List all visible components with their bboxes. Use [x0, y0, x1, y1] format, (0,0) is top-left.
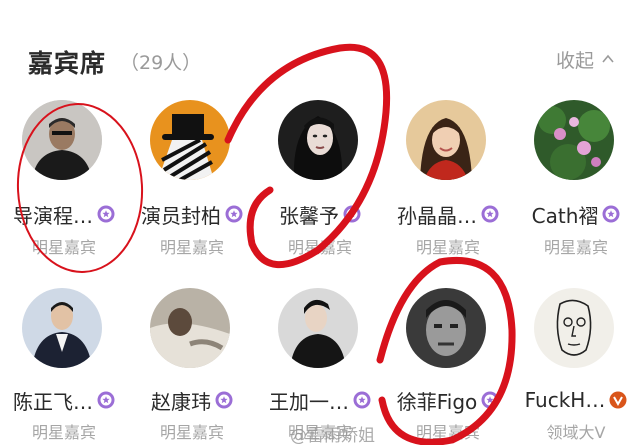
man-grayscale-avatar[interactable] — [406, 288, 486, 368]
guest-role: 明星嘉宾 — [31, 423, 96, 442]
guest-name: 徐菲Figo — [396, 389, 478, 414]
guest-role: 明星嘉宾 — [415, 423, 480, 442]
blurry-photo-avatar[interactable] — [150, 288, 230, 368]
guest-name-row: 王加一… — [256, 386, 384, 414]
watermark: @雷雨娇姐 — [290, 426, 375, 446]
guest-name: 张馨予 — [279, 203, 339, 228]
zebra-top-hat-avatar[interactable] — [150, 100, 230, 180]
guest-role: 明星嘉宾 — [159, 238, 224, 257]
woman-portrait-avatar[interactable] — [278, 100, 358, 180]
guest-grid: 导演程… 明星嘉宾 演员封柏 明星嘉宾 张馨予 明星嘉宾 孙晶晶… 明星嘉宾 C… — [0, 0, 640, 445]
guest-name-row: 赵康玮 — [128, 386, 256, 414]
guest-card[interactable]: 张馨予 明星嘉宾 — [256, 100, 384, 260]
guest-name: Cath褶 — [531, 203, 599, 228]
guest-card[interactable]: 徐菲Figo 明星嘉宾 — [384, 288, 512, 448]
guest-name: 演员封柏 — [141, 203, 221, 228]
verified-purple-icon — [225, 205, 243, 223]
guest-name-row: 陈正飞… — [0, 386, 128, 414]
verified-orange-icon — [609, 391, 627, 409]
guest-name-row: Cath褶 — [512, 200, 640, 228]
guest-name: 赵康玮 — [151, 389, 211, 414]
guest-name-row: 导演程… — [0, 200, 128, 228]
guest-role: 明星嘉宾 — [31, 238, 96, 257]
guest-card[interactable]: 演员封柏 明星嘉宾 — [128, 100, 256, 260]
guest-name: 王加一… — [269, 389, 349, 414]
guest-name-row: 徐菲Figo — [384, 386, 512, 414]
verified-purple-icon — [602, 205, 620, 223]
woman-smiling-avatar[interactable] — [406, 100, 486, 180]
verified-purple-icon — [97, 391, 115, 409]
verified-purple-icon — [215, 391, 233, 409]
guest-name-row: FuckH… — [512, 386, 640, 414]
guest-name: 导演程… — [13, 203, 93, 228]
guest-name-row: 演员封柏 — [128, 200, 256, 228]
guest-card[interactable]: 陈正飞… 明星嘉宾 — [0, 288, 128, 448]
guest-name: 陈正飞… — [13, 389, 93, 414]
guest-role: 领域大V — [546, 423, 606, 442]
guest-name: FuckH… — [524, 388, 606, 412]
lotus-flowers-avatar[interactable] — [534, 100, 614, 180]
guest-role: 明星嘉宾 — [287, 238, 352, 257]
man-suit-avatar[interactable] — [22, 288, 102, 368]
guest-role: 明星嘉宾 — [415, 238, 480, 257]
guest-role: 明星嘉宾 — [543, 238, 608, 257]
guest-card[interactable]: FuckH… 领域大V — [512, 288, 640, 448]
man-dark-jacket-avatar[interactable] — [22, 100, 102, 180]
sketch-face-avatar[interactable] — [534, 288, 614, 368]
man-black-outfit-avatar[interactable] — [278, 288, 358, 368]
verified-purple-icon — [343, 205, 361, 223]
verified-purple-icon — [97, 205, 115, 223]
guest-card[interactable]: 赵康玮 明星嘉宾 — [128, 288, 256, 448]
verified-purple-icon — [481, 391, 499, 409]
guest-role: 明星嘉宾 — [159, 423, 224, 442]
verified-purple-icon — [481, 205, 499, 223]
guest-card[interactable]: Cath褶 明星嘉宾 — [512, 100, 640, 260]
guest-card[interactable]: 孙晶晶… 明星嘉宾 — [384, 100, 512, 260]
guest-name-row: 张馨予 — [256, 200, 384, 228]
verified-purple-icon — [353, 391, 371, 409]
guest-name: 孙晶晶… — [397, 203, 477, 228]
guest-card[interactable]: 导演程… 明星嘉宾 — [0, 100, 128, 260]
guest-name-row: 孙晶晶… — [384, 200, 512, 228]
